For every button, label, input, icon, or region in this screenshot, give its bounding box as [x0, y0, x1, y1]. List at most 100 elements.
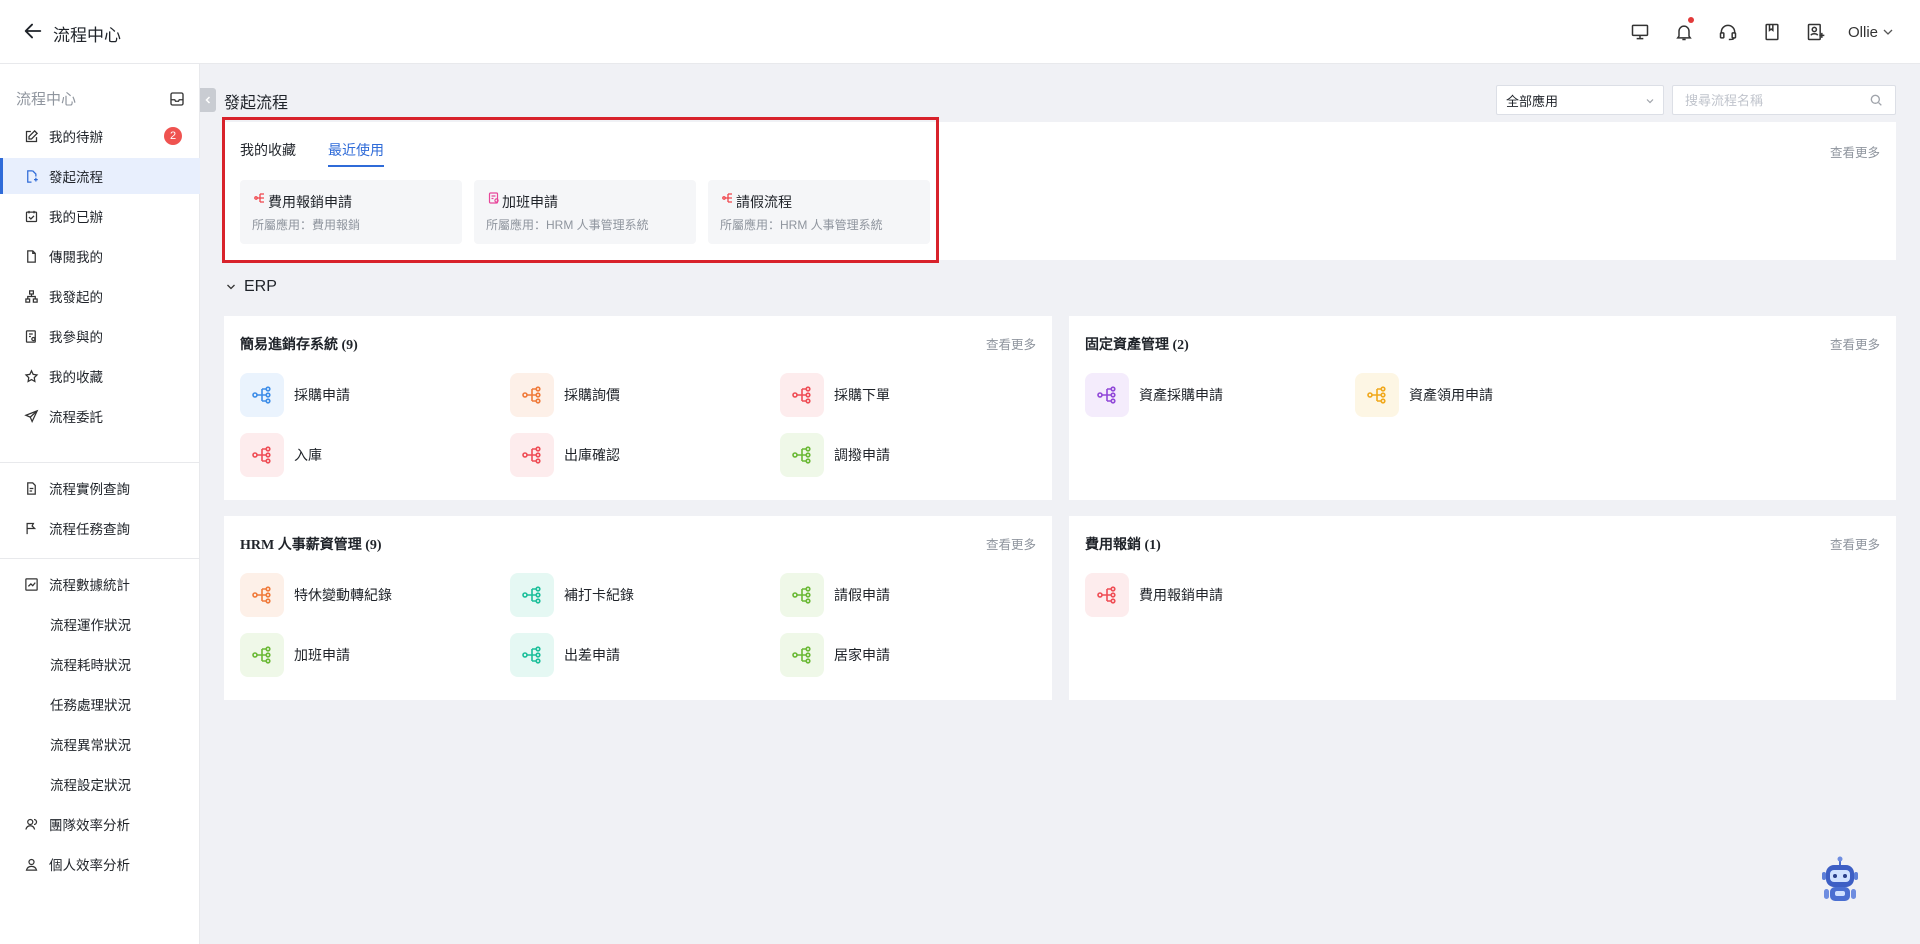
sidebar-item-label: 任務處理狀況: [50, 698, 131, 713]
book-icon[interactable]: [1750, 0, 1794, 64]
process-flow-icon: [1355, 373, 1399, 417]
org-chart-icon: [25, 289, 38, 303]
search-input[interactable]: [1672, 85, 1896, 115]
sidebar-collapse-button[interactable]: [200, 88, 216, 112]
recent-item[interactable]: 加班申請 所屬應用：HRM 人事管理系統: [474, 180, 696, 244]
process-item[interactable]: 加班申請: [240, 632, 350, 678]
process-item[interactable]: 補打卡紀錄: [510, 572, 634, 618]
sidebar-item-time-status[interactable]: 流程耗時狀況: [0, 646, 200, 682]
sidebar-divider: [0, 558, 200, 559]
process-name: 採購詢價: [564, 387, 620, 403]
process-name: 入庫: [294, 447, 322, 463]
tab-recent[interactable]: 最近使用: [328, 140, 384, 167]
sidebar-item-label: 我的已辦: [49, 210, 103, 225]
sidebar-item-delegation[interactable]: 流程委託: [0, 398, 200, 434]
header-actions: Ollie: [1618, 0, 1894, 64]
sidebar-item-label: 流程設定狀況: [50, 778, 131, 793]
process-item[interactable]: 特休變動轉紀錄: [240, 572, 392, 618]
recent-item[interactable]: 費用報銷申請 所屬應用：費用報銷: [240, 180, 462, 244]
process-item[interactable]: 調撥申請: [780, 432, 890, 478]
app-filter-select[interactable]: 全部應用: [1496, 85, 1664, 115]
sidebar-item-start-process[interactable]: 發起流程: [0, 158, 200, 194]
sidebar-item-cc-me[interactable]: 傳閱我的: [0, 238, 200, 274]
process-item[interactable]: 入庫: [240, 432, 322, 478]
sidebar-item-favorites[interactable]: 我的收藏: [0, 358, 200, 394]
headset-icon[interactable]: [1706, 0, 1750, 64]
recent-item-name: 費用報銷申請: [268, 194, 352, 210]
sidebar-item-label: 流程數據統計: [49, 578, 130, 593]
sidebar-item-personal-efficiency[interactable]: 個人效率分析: [0, 846, 200, 882]
process-item[interactable]: 採購下單: [780, 372, 890, 418]
process-flow-icon: [722, 193, 732, 203]
sidebar-item-label: 我發起的: [49, 290, 103, 305]
process-flow-icon: [254, 193, 264, 203]
sidebar-item-statistics[interactable]: 流程數據統計: [0, 566, 200, 602]
process-item[interactable]: 採購詢價: [510, 372, 620, 418]
process-name: 資產領用申請: [1409, 387, 1493, 403]
sidebar-item-team-efficiency[interactable]: 團隊效率分析: [0, 806, 200, 842]
bell-icon[interactable]: [1662, 0, 1706, 64]
monitor-icon[interactable]: [1618, 0, 1662, 64]
view-more-link[interactable]: 查看更多: [986, 334, 1036, 353]
sidebar-item-label: 流程實例查詢: [49, 482, 130, 497]
team-icon: [25, 818, 38, 830]
sidebar-item-initiated[interactable]: 我發起的: [0, 278, 200, 314]
sidebar-item-task-query[interactable]: 流程任務查詢: [0, 510, 200, 546]
sidebar-item-setting-status[interactable]: 流程設定狀況: [0, 766, 200, 802]
view-more-link[interactable]: 查看更多: [1830, 142, 1880, 161]
process-item[interactable]: 居家申請: [780, 632, 890, 678]
sidebar-divider: [0, 462, 200, 463]
sidebar-item-done[interactable]: 我的已辦: [0, 198, 200, 234]
recent-item[interactable]: 請假流程 所屬應用：HRM 人事管理系統: [708, 180, 930, 244]
sidebar-item-label: 個人效率分析: [49, 858, 130, 873]
process-name: 調撥申請: [834, 447, 890, 463]
process-flow-icon: [1085, 573, 1129, 617]
card-title: 簡易進銷存系統 (9): [240, 338, 358, 353]
process-name: 居家申請: [834, 647, 890, 663]
sidebar-item-label: 我的待辦: [49, 130, 103, 145]
sidebar-item-my-todo[interactable]: 我的待辦 2: [0, 118, 200, 154]
sidebar-item-label: 流程耗時狀況: [50, 658, 131, 673]
todo-count-badge: 2: [164, 127, 182, 145]
card-title: HRM 人事薪資管理 (9): [240, 538, 382, 553]
process-item[interactable]: 資產採購申請: [1085, 372, 1223, 418]
sidebar-item-exception-status[interactable]: 流程異常狀況: [0, 726, 200, 762]
sidebar-item-operation-status[interactable]: 流程運作狀況: [0, 606, 200, 642]
app-card-hrm: HRM 人事薪資管理 (9) 查看更多 特休變動轉紀錄 補打卡紀錄 請假申請 加…: [224, 516, 1052, 700]
process-item[interactable]: 資產領用申請: [1355, 372, 1493, 418]
view-more-link[interactable]: 查看更多: [986, 534, 1036, 553]
sidebar-item-task-status[interactable]: 任務處理狀況: [0, 686, 200, 722]
view-more-link[interactable]: 查看更多: [1830, 534, 1880, 553]
view-more-link[interactable]: 查看更多: [1830, 334, 1880, 353]
sidebar-item-label: 發起流程: [49, 170, 103, 185]
file-list-icon: [27, 481, 36, 495]
inbox-icon[interactable]: [168, 90, 186, 108]
search-icon[interactable]: [1868, 92, 1884, 108]
process-flow-icon: [780, 373, 824, 417]
top-bar: 流程中心 Ollie: [0, 0, 1920, 64]
sidebar-item-label: 我參與的: [49, 330, 103, 345]
sidebar-item-participated[interactable]: 我參與的: [0, 318, 200, 354]
process-item[interactable]: 出差申請: [510, 632, 620, 678]
recent-item-app: 所屬應用：HRM 人事管理系統: [486, 218, 649, 232]
recent-item-app: 所屬應用：費用報銷: [252, 218, 361, 232]
group-label: ERP: [244, 278, 277, 295]
assistant-robot-icon[interactable]: [1816, 856, 1864, 906]
tab-favorites[interactable]: 我的收藏: [240, 140, 296, 160]
process-flow-icon: [1085, 373, 1129, 417]
app-filter-value: 全部應用: [1506, 93, 1559, 109]
sidebar-item-instance-query[interactable]: 流程實例查詢: [0, 470, 200, 506]
card-title: 固定資產管理 (2): [1085, 338, 1189, 353]
process-flow-icon: [510, 573, 554, 617]
user-menu[interactable]: Ollie: [1848, 24, 1894, 41]
process-item[interactable]: 採購申請: [240, 372, 350, 418]
process-flow-icon: [510, 633, 554, 677]
process-item[interactable]: 請假申請: [780, 572, 890, 618]
process-item[interactable]: 費用報銷申請: [1085, 572, 1223, 618]
back-arrow-icon[interactable]: [22, 20, 44, 42]
app-card-fixed-assets: 固定資產管理 (2) 查看更多 資產採購申請 資產領用申請: [1069, 316, 1896, 500]
user-card-icon[interactable]: [1794, 0, 1838, 64]
process-item[interactable]: 出庫確認: [510, 432, 620, 478]
page-title: 發起流程: [224, 95, 289, 112]
group-toggle-erp[interactable]: ERP: [226, 278, 277, 296]
